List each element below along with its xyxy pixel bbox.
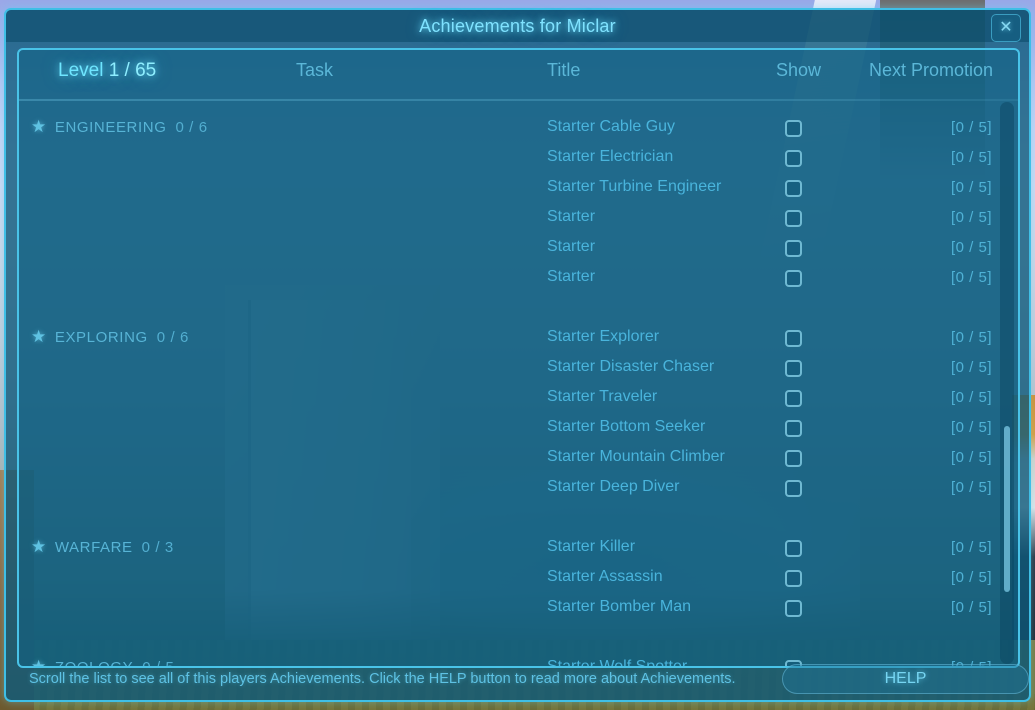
achievement-row: Starter Disaster Chaser [0 / 5]: [19, 354, 1018, 384]
achievement-row: Starter Assassin [0 / 5]: [19, 564, 1018, 594]
show-checkbox[interactable]: [785, 330, 802, 347]
column-header-task: Task: [296, 60, 334, 80]
achievement-row: Starter Turbine Engineer [0 / 5]: [19, 174, 1018, 204]
achievement-category-section: ★ ENGINEERING 0 / 6 Starter Cable Guy [0 / 5…: [19, 114, 1018, 294]
vertical-scrollbar[interactable]: [1000, 102, 1014, 664]
achievement-row: Starter [0 / 5]: [19, 234, 1018, 264]
achievement-title: Starter Mountain Climber: [547, 448, 725, 465]
level-indicator: Level 1 / 65: [58, 60, 156, 82]
achievement-title: Starter Cable Guy: [547, 118, 676, 135]
show-checkbox[interactable]: [785, 360, 802, 377]
dialog-titlebar: Achievements for Miclar ✕: [6, 10, 1029, 42]
achievement-row: Starter Explorer [0 / 5]: [19, 324, 1018, 354]
help-button[interactable]: HELP: [782, 664, 1029, 694]
achievements-dialog: Achievements for Miclar ✕ Level 1 / 65 T…: [4, 8, 1031, 702]
achievement-title: Starter Electrician: [547, 148, 674, 165]
show-checkbox[interactable]: [785, 180, 802, 197]
achievement-title: Starter: [547, 268, 596, 285]
dialog-title: Achievements for Miclar: [419, 16, 616, 36]
achievement-category-section: ★ WARFARE 0 / 3 Starter Killer [0 / 5] Starte…: [19, 534, 1018, 624]
achievement-title: Starter Disaster Chaser: [547, 358, 715, 375]
achievement-title: Starter Deep Diver: [547, 478, 680, 495]
show-checkbox[interactable]: [785, 570, 802, 587]
show-checkbox[interactable]: [785, 150, 802, 167]
scrollbar-thumb[interactable]: [1004, 426, 1010, 592]
column-header-show: Show: [776, 60, 822, 80]
footer-hint: Scroll the list to see all of this playe…: [29, 671, 736, 687]
achievement-row: Starter [0 / 5]: [19, 264, 1018, 294]
close-icon[interactable]: ✕: [991, 14, 1021, 42]
column-header-row: Level 1 / 65 Task Title Show Next Promot…: [19, 50, 1018, 101]
achievement-title: Starter Wolf Spotter: [547, 658, 687, 666]
dialog-footer: Scroll the list to see all of this playe…: [17, 664, 1029, 694]
show-checkbox[interactable]: [785, 270, 802, 287]
show-checkbox[interactable]: [785, 420, 802, 437]
show-checkbox[interactable]: [785, 450, 802, 467]
achievement-row: Starter Deep Diver [0 / 5]: [19, 474, 1018, 504]
achievement-title: Starter Killer: [547, 538, 636, 555]
achievement-row: Starter Killer [0 / 5]: [19, 534, 1018, 564]
achievement-title: Starter Bomber Man: [547, 598, 692, 615]
achievement-row: Starter Mountain Climber [0 / 5]: [19, 444, 1018, 474]
achievement-title: Starter Bottom Seeker: [547, 418, 706, 435]
show-checkbox[interactable]: [785, 600, 802, 617]
achievement-row: Starter Bottom Seeker [0 / 5]: [19, 414, 1018, 444]
achievements-panel: Level 1 / 65 Task Title Show Next Promot…: [17, 48, 1020, 668]
achievement-category-section: ★ EXPLORING 0 / 6 Starter Explorer [0 / 5] St…: [19, 324, 1018, 504]
achievement-row: Starter Bomber Man [0 / 5]: [19, 594, 1018, 624]
show-checkbox[interactable]: [785, 240, 802, 257]
show-checkbox[interactable]: [785, 540, 802, 557]
achievement-title: Starter: [547, 238, 596, 255]
header-separator: [19, 99, 1018, 101]
achievement-title: Starter Assassin: [547, 568, 663, 585]
level-value: 1 / 65: [108, 60, 157, 81]
achievement-row: Starter Electrician [0 / 5]: [19, 144, 1018, 174]
achievement-row: Starter Traveler [0 / 5]: [19, 384, 1018, 414]
show-checkbox[interactable]: [785, 390, 802, 407]
column-header-title: Title: [547, 60, 581, 80]
show-checkbox[interactable]: [785, 120, 802, 137]
achievement-title: Starter Traveler: [547, 388, 658, 405]
show-checkbox[interactable]: [785, 210, 802, 227]
achievement-row: Starter [0 / 5]: [19, 204, 1018, 234]
show-checkbox[interactable]: [785, 480, 802, 497]
achievement-title: Starter Turbine Engineer: [547, 178, 722, 195]
achievement-row: Starter Cable Guy [0 / 5]: [19, 114, 1018, 144]
achievement-title: Starter Explorer: [547, 328, 660, 345]
achievement-title: Starter: [547, 208, 596, 225]
achievements-list[interactable]: ★ ENGINEERING 0 / 6 Starter Cable Guy [0 / 5…: [19, 102, 1018, 666]
column-header-next-promotion: Next Promotion: [869, 60, 994, 80]
level-word: Level: [58, 60, 104, 81]
